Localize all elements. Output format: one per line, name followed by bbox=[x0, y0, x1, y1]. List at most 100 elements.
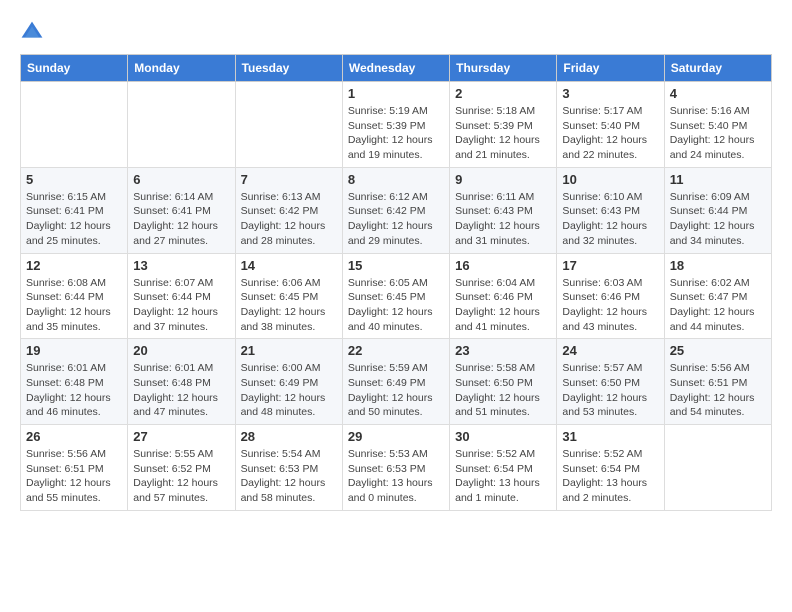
day-number: 24 bbox=[562, 343, 658, 358]
calendar-cell: 24 Sunrise: 5:57 AMSunset: 6:50 PMDayligh… bbox=[557, 339, 664, 425]
day-info: Sunrise: 6:09 AMSunset: 6:44 PMDaylight:… bbox=[670, 190, 766, 249]
calendar-cell: 23 Sunrise: 5:58 AMSunset: 6:50 PMDayligh… bbox=[450, 339, 557, 425]
calendar-cell: 9Sunrise: 6:11 AMSunset: 6:43 PMDaylight… bbox=[450, 167, 557, 253]
calendar-cell: 5 Sunrise: 6:15 AMSunset: 6:41 PMDaylight… bbox=[21, 167, 128, 253]
calendar-cell: 17Sunrise: 6:03 AMSunset: 6:46 PMDayligh… bbox=[557, 253, 664, 339]
calendar-cell: 16 Sunrise: 6:04 AMSunset: 6:46 PMDayligh… bbox=[450, 253, 557, 339]
day-info: Sunrise: 6:01 AMSunset: 6:48 PMDaylight:… bbox=[26, 361, 122, 420]
day-number: 15 bbox=[348, 258, 444, 273]
calendar-cell bbox=[664, 425, 771, 511]
day-header-thursday: Thursday bbox=[450, 55, 557, 82]
calendar-cell bbox=[235, 82, 342, 168]
day-number: 30 bbox=[455, 429, 551, 444]
day-number: 22 bbox=[348, 343, 444, 358]
day-number: 6 bbox=[133, 172, 229, 187]
day-info: Sunrise: 5:56 AMSunset: 6:51 PMDaylight:… bbox=[670, 361, 766, 420]
page-header bbox=[20, 20, 772, 44]
day-info: Sunrise: 6:08 AMSunset: 6:44 PMDaylight:… bbox=[26, 276, 122, 335]
day-info: Sunrise: 5:16 AMSunset: 5:40 PMDaylight:… bbox=[670, 104, 766, 163]
day-number: 25 bbox=[670, 343, 766, 358]
day-number: 17 bbox=[562, 258, 658, 273]
day-number: 21 bbox=[241, 343, 337, 358]
day-info: Sunrise: 5:57 AMSunset: 6:50 PMDaylight:… bbox=[562, 361, 658, 420]
calendar-cell: 22 Sunrise: 5:59 AMSunset: 6:49 PMDayligh… bbox=[342, 339, 449, 425]
logo bbox=[20, 20, 52, 44]
calendar-week-row: 5 Sunrise: 6:15 AMSunset: 6:41 PMDaylight… bbox=[21, 167, 772, 253]
calendar-cell: 18 Sunrise: 6:02 AMSunset: 6:47 PMDayligh… bbox=[664, 253, 771, 339]
day-header-saturday: Saturday bbox=[664, 55, 771, 82]
day-info: Sunrise: 6:02 AMSunset: 6:47 PMDaylight:… bbox=[670, 276, 766, 335]
day-info: Sunrise: 5:17 AMSunset: 5:40 PMDaylight:… bbox=[562, 104, 658, 163]
calendar-cell: 15 Sunrise: 6:05 AMSunset: 6:45 PMDayligh… bbox=[342, 253, 449, 339]
day-info: Sunrise: 6:12 AMSunset: 6:42 PMDaylight:… bbox=[348, 190, 444, 249]
calendar-cell: 13 Sunrise: 6:07 AMSunset: 6:44 PMDayligh… bbox=[128, 253, 235, 339]
day-number: 7 bbox=[241, 172, 337, 187]
day-number: 29 bbox=[348, 429, 444, 444]
day-number: 28 bbox=[241, 429, 337, 444]
day-number: 26 bbox=[26, 429, 122, 444]
calendar-cell: 31 Sunrise: 5:52 AMSunset: 6:54 PMDayligh… bbox=[557, 425, 664, 511]
day-info: Sunrise: 6:07 AMSunset: 6:44 PMDaylight:… bbox=[133, 276, 229, 335]
calendar-cell: 20 Sunrise: 6:01 AMSunset: 6:48 PMDayligh… bbox=[128, 339, 235, 425]
calendar-cell bbox=[21, 82, 128, 168]
day-number: 23 bbox=[455, 343, 551, 358]
calendar-cell bbox=[128, 82, 235, 168]
day-info: Sunrise: 6:15 AMSunset: 6:41 PMDaylight:… bbox=[26, 190, 122, 249]
day-number: 10 bbox=[562, 172, 658, 187]
calendar-cell: 2 Sunrise: 5:18 AMSunset: 5:39 PMDaylight… bbox=[450, 82, 557, 168]
day-number: 4 bbox=[670, 86, 766, 101]
day-info: Sunrise: 6:04 AMSunset: 6:46 PMDaylight:… bbox=[455, 276, 551, 335]
calendar-cell: 6 Sunrise: 6:14 AMSunset: 6:41 PMDaylight… bbox=[128, 167, 235, 253]
calendar-cell: 7 Sunrise: 6:13 AMSunset: 6:42 PMDaylight… bbox=[235, 167, 342, 253]
day-number: 12 bbox=[26, 258, 122, 273]
calendar-cell: 11Sunrise: 6:09 AMSunset: 6:44 PMDayligh… bbox=[664, 167, 771, 253]
day-info: Sunrise: 5:18 AMSunset: 5:39 PMDaylight:… bbox=[455, 104, 551, 163]
calendar-header-row: SundayMondayTuesdayWednesdayThursdayFrid… bbox=[21, 55, 772, 82]
calendar-cell: 12 Sunrise: 6:08 AMSunset: 6:44 PMDayligh… bbox=[21, 253, 128, 339]
day-header-monday: Monday bbox=[128, 55, 235, 82]
day-info: Sunrise: 5:52 AMSunset: 6:54 PMDaylight:… bbox=[562, 447, 658, 506]
day-info: Sunrise: 6:06 AMSunset: 6:45 PMDaylight:… bbox=[241, 276, 337, 335]
day-header-friday: Friday bbox=[557, 55, 664, 82]
day-number: 16 bbox=[455, 258, 551, 273]
day-number: 19 bbox=[26, 343, 122, 358]
calendar-cell: 26 Sunrise: 5:56 AMSunset: 6:51 PMDayligh… bbox=[21, 425, 128, 511]
day-number: 13 bbox=[133, 258, 229, 273]
calendar-week-row: 1 Sunrise: 5:19 AMSunset: 5:39 PMDaylight… bbox=[21, 82, 772, 168]
day-info: Sunrise: 5:56 AMSunset: 6:51 PMDaylight:… bbox=[26, 447, 122, 506]
day-info: Sunrise: 6:11 AMSunset: 6:43 PMDaylight:… bbox=[455, 190, 551, 249]
day-info: Sunrise: 5:19 AMSunset: 5:39 PMDaylight:… bbox=[348, 104, 444, 163]
day-header-wednesday: Wednesday bbox=[342, 55, 449, 82]
day-number: 1 bbox=[348, 86, 444, 101]
day-number: 5 bbox=[26, 172, 122, 187]
calendar-cell: 3 Sunrise: 5:17 AMSunset: 5:40 PMDaylight… bbox=[557, 82, 664, 168]
day-number: 8 bbox=[348, 172, 444, 187]
day-info: Sunrise: 5:55 AMSunset: 6:52 PMDaylight:… bbox=[133, 447, 229, 506]
day-info: Sunrise: 6:14 AMSunset: 6:41 PMDaylight:… bbox=[133, 190, 229, 249]
day-number: 18 bbox=[670, 258, 766, 273]
day-number: 31 bbox=[562, 429, 658, 444]
day-info: Sunrise: 5:53 AMSunset: 6:53 PMDaylight:… bbox=[348, 447, 444, 506]
calendar-cell: 4 Sunrise: 5:16 AMSunset: 5:40 PMDaylight… bbox=[664, 82, 771, 168]
calendar-cell: 8 Sunrise: 6:12 AMSunset: 6:42 PMDaylight… bbox=[342, 167, 449, 253]
day-info: Sunrise: 5:59 AMSunset: 6:49 PMDaylight:… bbox=[348, 361, 444, 420]
day-info: Sunrise: 6:13 AMSunset: 6:42 PMDaylight:… bbox=[241, 190, 337, 249]
calendar-cell: 29 Sunrise: 5:53 AMSunset: 6:53 PMDayligh… bbox=[342, 425, 449, 511]
day-number: 14 bbox=[241, 258, 337, 273]
day-info: Sunrise: 6:01 AMSunset: 6:48 PMDaylight:… bbox=[133, 361, 229, 420]
day-info: Sunrise: 6:10 AMSunset: 6:43 PMDaylight:… bbox=[562, 190, 658, 249]
day-number: 2 bbox=[455, 86, 551, 101]
day-info: Sunrise: 6:05 AMSunset: 6:45 PMDaylight:… bbox=[348, 276, 444, 335]
calendar-cell: 10 Sunrise: 6:10 AMSunset: 6:43 PMDayligh… bbox=[557, 167, 664, 253]
day-number: 20 bbox=[133, 343, 229, 358]
day-number: 3 bbox=[562, 86, 658, 101]
calendar-cell: 21Sunrise: 6:00 AMSunset: 6:49 PMDayligh… bbox=[235, 339, 342, 425]
calendar-cell: 14 Sunrise: 6:06 AMSunset: 6:45 PMDayligh… bbox=[235, 253, 342, 339]
day-info: Sunrise: 5:58 AMSunset: 6:50 PMDaylight:… bbox=[455, 361, 551, 420]
calendar-cell: 28 Sunrise: 5:54 AMSunset: 6:53 PMDayligh… bbox=[235, 425, 342, 511]
day-header-tuesday: Tuesday bbox=[235, 55, 342, 82]
logo-icon bbox=[20, 20, 44, 44]
day-header-sunday: Sunday bbox=[21, 55, 128, 82]
day-info: Sunrise: 5:52 AMSunset: 6:54 PMDaylight:… bbox=[455, 447, 551, 506]
day-info: Sunrise: 5:54 AMSunset: 6:53 PMDaylight:… bbox=[241, 447, 337, 506]
